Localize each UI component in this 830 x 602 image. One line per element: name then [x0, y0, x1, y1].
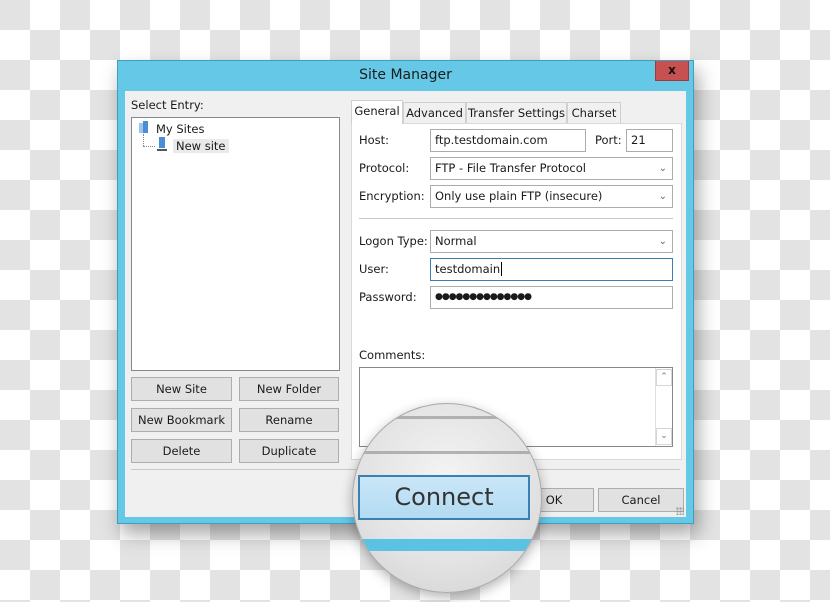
tree-connector	[143, 146, 155, 147]
port-input[interactable]: 21	[626, 129, 673, 152]
magnified-window-border	[353, 539, 541, 551]
magnified-connect-button[interactable]: Connect	[358, 475, 530, 520]
folder-icon	[138, 120, 151, 139]
scroll-down-icon[interactable]: ⌄	[656, 428, 672, 445]
tab-advanced[interactable]: Advanced	[403, 102, 466, 123]
close-icon: x	[668, 63, 676, 77]
tree-item-label: New site	[173, 139, 229, 153]
close-button[interactable]: x	[655, 61, 689, 81]
user-label: User:	[359, 262, 389, 276]
general-tab-panel: Host: ftp.testdomain.com Port: 21 Protoc…	[351, 123, 682, 460]
server-icon	[156, 137, 168, 156]
select-entry-label: Select Entry:	[131, 98, 204, 112]
password-label: Password:	[359, 290, 417, 304]
magnifier-overlay: Connect	[352, 403, 542, 593]
encryption-label: Encryption:	[359, 189, 425, 203]
rename-button[interactable]: Rename	[239, 408, 339, 432]
password-input[interactable]: ●●●●●●●●●●●●●●	[430, 286, 673, 309]
tree-connector	[143, 134, 144, 146]
chevron-down-icon: ⌄	[658, 163, 667, 174]
delete-button[interactable]: Delete	[131, 439, 232, 463]
text-cursor	[501, 262, 503, 276]
scroll-up-icon[interactable]: ⌃	[656, 369, 672, 386]
chevron-down-icon: ⌄	[658, 236, 667, 247]
tab-general[interactable]: General	[351, 100, 403, 124]
encryption-select[interactable]: Only use plain FTP (insecure) ⌄	[430, 185, 673, 208]
resize-grip-icon[interactable]	[676, 507, 684, 515]
new-site-button[interactable]: New Site	[131, 377, 232, 401]
new-folder-button[interactable]: New Folder	[239, 377, 339, 401]
chevron-down-icon: ⌄	[658, 191, 667, 202]
protocol-label: Protocol:	[359, 161, 410, 175]
tree-item-new-site[interactable]: New site	[156, 137, 229, 154]
tree-item-my-sites[interactable]: My Sites	[138, 120, 204, 137]
magnified-divider	[353, 451, 541, 454]
user-input[interactable]: testdomain	[430, 258, 673, 281]
comments-label: Comments:	[359, 348, 426, 362]
divider	[359, 218, 673, 219]
tab-charset[interactable]: Charset	[567, 102, 621, 123]
logon-type-select[interactable]: Normal ⌄	[430, 230, 673, 253]
port-label: Port:	[595, 133, 622, 147]
site-tree[interactable]: My Sites New site	[131, 117, 340, 371]
host-input[interactable]: ftp.testdomain.com	[430, 129, 586, 152]
protocol-select[interactable]: FTP - File Transfer Protocol ⌄	[430, 157, 673, 180]
new-bookmark-button[interactable]: New Bookmark	[131, 408, 232, 432]
title-bar[interactable]: Site Manager	[118, 61, 693, 89]
window-title: Site Manager	[359, 67, 452, 83]
comments-scrollbar[interactable]: ⌃ ⌄	[655, 368, 672, 446]
magnified-divider	[353, 416, 541, 419]
duplicate-button[interactable]: Duplicate	[239, 439, 339, 463]
host-label: Host:	[359, 133, 390, 147]
logon-type-label: Logon Type:	[359, 234, 428, 248]
tab-transfer-settings[interactable]: Transfer Settings	[466, 102, 567, 123]
cancel-button[interactable]: Cancel	[598, 488, 684, 512]
tree-item-label: My Sites	[156, 122, 205, 136]
